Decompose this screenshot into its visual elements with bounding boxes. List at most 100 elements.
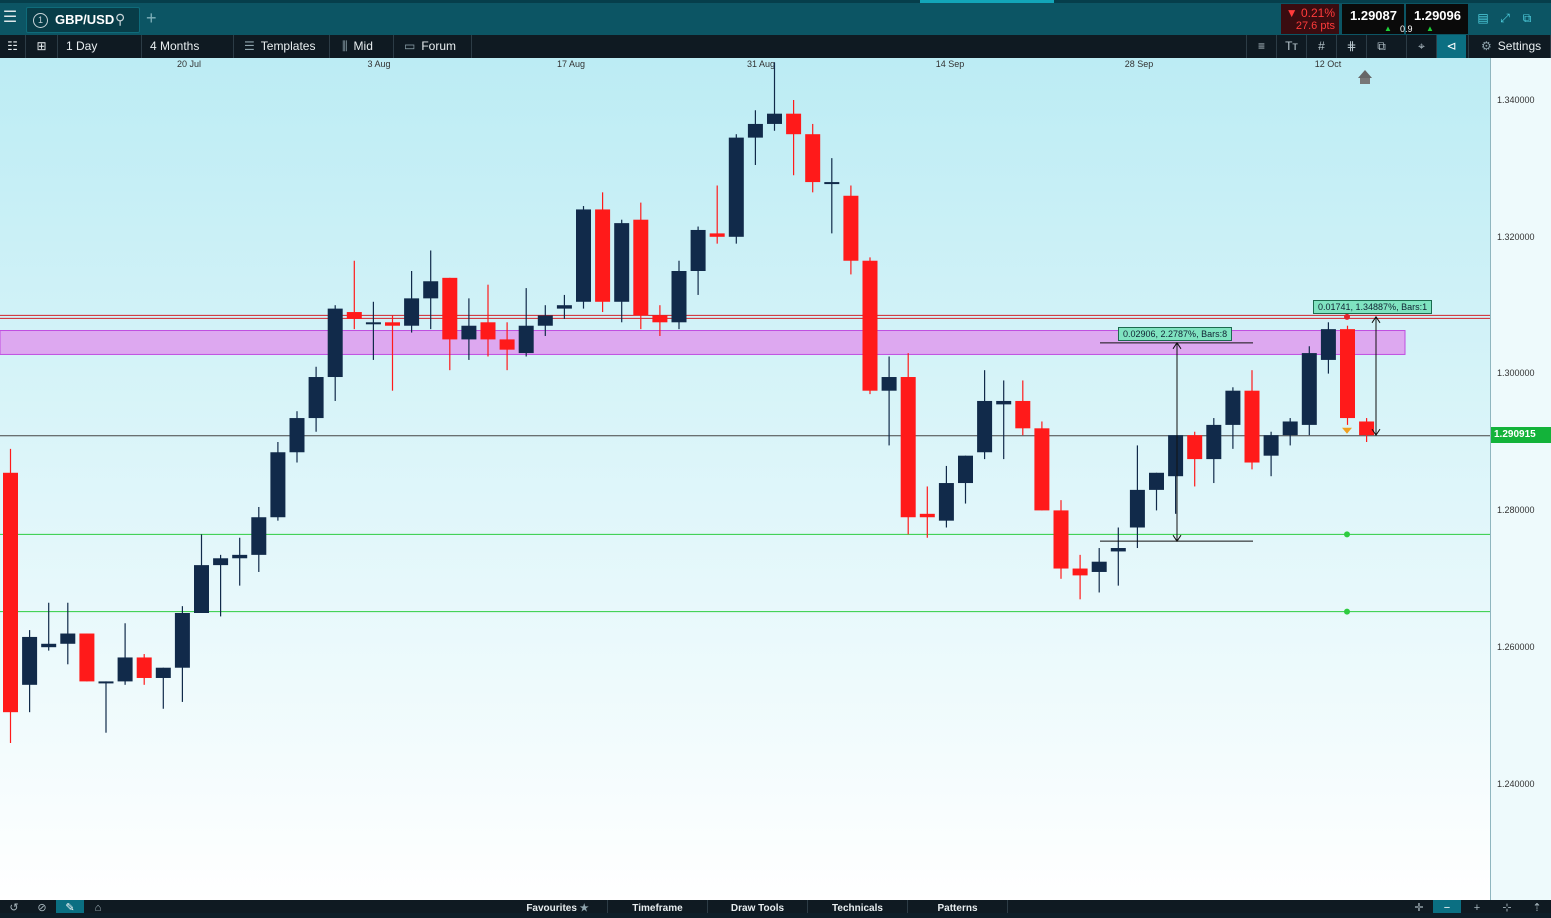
candle-up [977,400,993,453]
history-icon[interactable]: ↺ [0,900,28,914]
ask-button[interactable]: 1.29096 0.9 ▲ [1400,4,1468,34]
candle-up [767,113,782,124]
crosshair-icon[interactable]: ✛ [1405,900,1433,914]
grid-icon[interactable]: # [1306,35,1336,58]
candle-down [1053,510,1069,569]
list-icon[interactable]: ☷ [0,35,26,58]
font-size-icon[interactable]: Tт [1276,35,1306,58]
tab-technicals[interactable]: Technicals [808,900,908,914]
bid-button[interactable]: 1.29087 ▲ [1342,4,1404,34]
interval-dropdown[interactable]: 1 Day [58,35,142,58]
layout-grid-icon[interactable]: ⊞ [26,35,58,58]
target-icon[interactable]: ⌖ [1406,35,1436,58]
chart-toolbar: ☷ ⊞ 1 Day 4 Months ☰ Templates ⫼ Mid ▭ Foru… [0,35,1551,59]
star-icon[interactable]: ★ [580,903,589,914]
up-arrow-icon: ▲ [1426,24,1434,33]
tab-draw-tools[interactable]: Draw Tools [708,900,808,914]
templates-button[interactable]: ☰ Templates [234,35,330,58]
candle-down [1015,400,1031,429]
magnet-icon[interactable]: ⌂ [84,900,112,914]
candle-up [671,271,687,323]
hamburger-icon[interactable]: ☰ [0,6,20,30]
zoom-in-icon[interactable]: + [1463,900,1491,914]
popout-icon[interactable]: ⧉ [1516,6,1538,30]
candle-down [805,134,821,183]
candle-up [22,636,38,685]
price-tick: 1.260000 [1497,642,1535,652]
candle-up [556,305,572,309]
candle-up [194,565,209,613]
change-points: 27.6 pts [1295,20,1335,32]
candle-down [1340,329,1355,419]
forum-button[interactable]: ▭ Forum [394,35,472,58]
active-tab-indicator[interactable] [920,0,1054,3]
candle-down [652,315,668,323]
pan-icon[interactable]: ⊹ [1493,900,1521,914]
candle-up [60,633,76,644]
price-change: ▼ 0.21% 27.6 pts [1281,4,1339,34]
candle-up [747,123,763,138]
price-type-button[interactable]: ⫼ Mid [330,35,394,58]
candle-up [41,643,57,648]
bottom-bar: ↺ ⊘ ✎ ⌂ Favourites ★ Timeframe Draw Tool… [0,900,1551,914]
resistance-handle [1344,313,1350,320]
pencil-icon[interactable]: ✎ [56,900,84,914]
range-dropdown[interactable]: 4 Months [142,35,234,58]
chat-icon: ▭ [404,39,416,53]
candle-up [251,517,267,555]
magnifier-icon[interactable]: ⚲ [115,11,125,28]
templates-icon: ☰ [244,39,255,53]
add-tab-button[interactable]: + [146,8,157,29]
candle-down [919,513,935,518]
candle-up [576,209,591,302]
candle-up [423,281,439,299]
measure-label-1[interactable]: 0.02906, 2.2787%, Bars:8 [1118,327,1233,341]
home-icon-base [1360,78,1370,84]
candle-up [1206,424,1222,460]
measure-label-2[interactable]: 0.01741, 1.34887%, Bars:1 [1313,300,1433,314]
candle-up [1320,329,1336,360]
chart-plot-area[interactable]: 20 Jul 3 Aug 17 Aug 31 Aug 14 Sep 28 Sep… [0,58,1490,900]
forum-label: Forum [421,39,457,53]
candle-up [537,315,553,326]
text-icon[interactable]: ≡ [1246,35,1276,58]
crosshair-grid-icon[interactable]: ⋕ [1336,35,1366,58]
candle-down [786,113,802,135]
candle-up [308,377,324,419]
candle-down [346,312,362,319]
candle-up [213,558,229,566]
expand-icon[interactable]: ⤢ [1494,6,1516,30]
tag-icon[interactable]: ⊲ [1436,35,1466,58]
zoom-out-icon[interactable]: − [1433,900,1461,914]
candle-up [1129,489,1145,528]
upload-icon[interactable]: ⇡ [1523,900,1551,914]
hide-icon[interactable]: ⊘ [28,900,56,914]
home-icon[interactable] [1358,70,1372,78]
candle-down [595,209,611,302]
change-percent: ▼ 0.21% [1285,6,1335,20]
symbol-selector[interactable]: 1 GBP/USD ⚲ [26,7,140,33]
candle-down [862,260,878,391]
settings-button[interactable]: ⚙ Settings [1468,35,1551,58]
price-tick: 1.320000 [1497,232,1535,242]
templates-label: Templates [260,39,316,53]
tab-timeframe[interactable]: Timeframe [608,900,708,914]
tab-favourites[interactable]: Favourites ★ [508,900,608,914]
tab-favourites-label: Favourites [526,903,577,914]
candle-up [614,223,630,302]
layers-icon[interactable]: ⧉ [1366,35,1396,58]
tab-patterns[interactable]: Patterns [908,900,1008,914]
candle-up [327,308,343,378]
price-tick: 1.240000 [1497,779,1535,789]
price-tick: 1.300000 [1497,368,1535,378]
top-bar: ☰ 1 GBP/USD ⚲ + ▼ 0.21% 27.6 pts 1.29087… [0,0,1551,49]
minimize-to-panel-icon[interactable]: ▤ [1472,6,1494,30]
price-axis[interactable]: 1.340000 1.320000 1.300000 1.280000 1.26… [1490,58,1551,900]
candle-up [958,455,973,484]
alert-marker-icon [1342,427,1352,434]
support-handle [1344,608,1350,615]
candle-down [1244,390,1260,463]
candle-up [728,137,744,237]
candle-down [900,377,916,518]
candle-down [442,277,458,340]
